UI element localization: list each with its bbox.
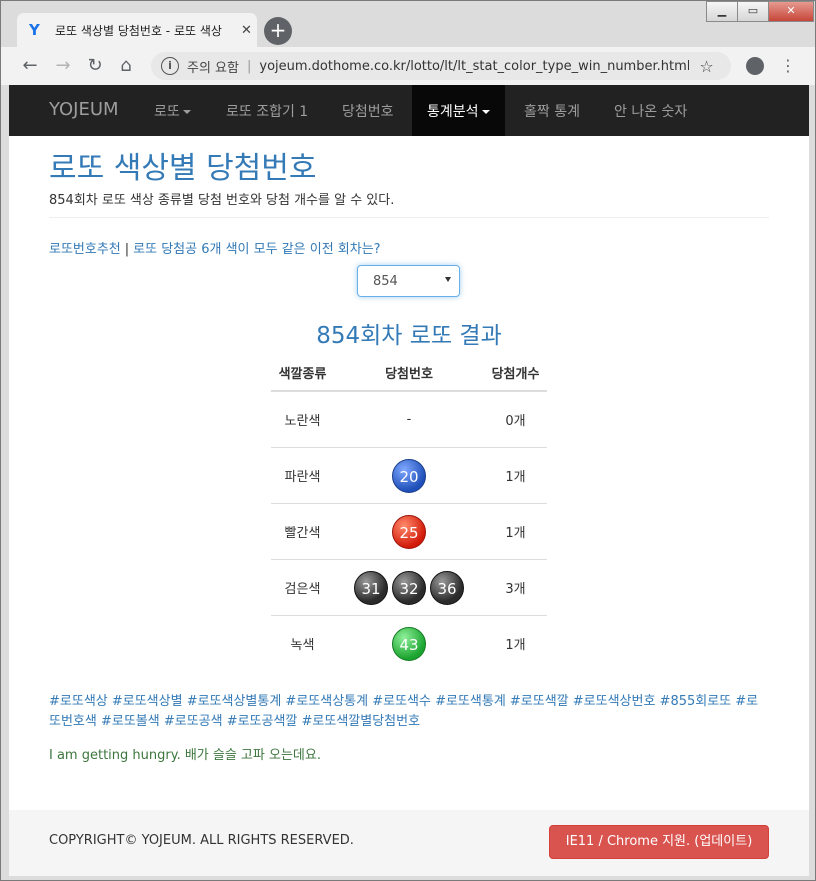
table-header-row: 색깔종류 당첨번호 당첨개수	[271, 355, 547, 392]
address-bar[interactable]: i 주의 요함 | yojeum.dothome.co.kr/lotto/lt/…	[151, 52, 731, 80]
site-brand[interactable]: YOJEUM	[49, 99, 119, 120]
divider	[49, 217, 769, 218]
site-footer: COPYRIGHT© YOJEUM. ALL RIGHTS RESERVED. …	[9, 810, 809, 876]
lotto-ball: 20	[391, 458, 426, 493]
color-name: 파란색	[271, 447, 334, 504]
header-count: 당첨개수	[484, 355, 547, 392]
lotto-ball: 31	[353, 570, 388, 605]
info-icon[interactable]: i	[161, 57, 179, 75]
page-subtitle: 854회차 로또 색상 종류별 당첨 번호와 당첨 개수를 알 수 있다.	[49, 193, 395, 208]
nav-item-label: 로또	[154, 104, 180, 120]
back-icon[interactable]: ←	[19, 55, 41, 77]
caret-down-icon	[182, 110, 191, 114]
nav-item-combinator[interactable]: 로또 조합기 1	[226, 101, 308, 121]
table-row: 빨간색 25 1개	[271, 503, 547, 560]
maximize-button[interactable]: ▭	[737, 1, 769, 22]
table-row: 노란색 - 0개	[271, 391, 547, 448]
tab-strip: Y 로또 색상별 당첨번호 - 로또 색상 ✕ + ▁ ▭ ✕	[1, 1, 815, 47]
new-tab-button[interactable]: +	[264, 17, 292, 45]
nav-item-statistics[interactable]: 통계분석	[412, 85, 505, 136]
lotto-ball: 36	[429, 570, 464, 605]
lotto-ball: 43	[391, 626, 426, 661]
menu-dots-icon[interactable]: ⋮	[777, 55, 799, 77]
separator: |	[246, 58, 252, 74]
count-cell: 3개	[484, 559, 547, 616]
copyright-text: COPYRIGHT© YOJEUM. ALL RIGHTS RESERVED.	[49, 833, 354, 848]
count-cell: 1개	[484, 615, 547, 671]
hashtag-links[interactable]: #로또색상 #로또색상별 #로또색상별통계 #로또색상통계 #로또색수 #로또색…	[49, 692, 769, 732]
bookmark-star-icon[interactable]: ☆	[699, 57, 713, 76]
count-cell: 1개	[484, 503, 547, 560]
nav-item-odd-even[interactable]: 홀짝 통계	[524, 101, 580, 121]
link-separator: |	[124, 242, 130, 257]
related-links: 로또번호추천 | 로또 당첨공 6개 색이 모두 같은 이전 회차는?	[49, 238, 381, 257]
browser-window: Y 로또 색상별 당첨번호 - 로또 색상 ✕ + ▁ ▭ ✕ ← → ↻ ⌂ …	[0, 0, 816, 881]
lotto-ball: 32	[391, 570, 426, 605]
round-select-value: 854	[373, 274, 398, 289]
dropdown-arrow-icon	[445, 277, 451, 282]
page-title: 로또 색상별 당첨번호	[49, 151, 317, 186]
color-name: 검은색	[271, 559, 334, 616]
browser-tab[interactable]: Y 로또 색상별 당첨번호 - 로또 색상 ✕	[17, 13, 257, 47]
header-color-type: 색깔종류	[271, 355, 334, 392]
numbers-cell: 25	[333, 503, 485, 560]
forward-icon[interactable]: →	[52, 55, 74, 77]
close-window-button[interactable]: ✕	[768, 1, 814, 22]
tab-title: 로또 색상별 당첨번호 - 로또 색상	[55, 23, 222, 38]
lotto-recommend-link[interactable]: 로또번호추천	[49, 242, 121, 257]
color-result-table: 색깔종류 당첨번호 당첨개수 노란색 - 0개 파란색 20 1개 빨간색 25…	[271, 355, 547, 671]
table-row: 녹색 43 1개	[271, 615, 547, 671]
color-name: 노란색	[284, 414, 321, 429]
caret-down-icon	[481, 110, 490, 114]
favicon-icon: Y	[29, 21, 40, 39]
site-navbar: YOJEUM 로또 로또 조합기 1 당첨번호 통계분석 홀짝 통계 안 나온 …	[9, 85, 809, 136]
minimize-button[interactable]: ▁	[706, 1, 738, 22]
header-numbers: 당첨번호	[333, 355, 485, 392]
browser-toolbar: ← → ↻ ⌂ i 주의 요함 | yojeum.dothome.co.kr/l…	[1, 47, 815, 85]
nav-item-winning-numbers[interactable]: 당첨번호	[342, 101, 394, 121]
numbers-cell: 31 32 36	[333, 559, 485, 616]
nav-item-missing-numbers[interactable]: 안 나온 숫자	[614, 101, 687, 121]
round-select[interactable]: 854	[357, 265, 460, 297]
update-button[interactable]: IE11 / Chrome 지원. (업데이트)	[549, 825, 769, 859]
nav-item-lotto[interactable]: 로또	[154, 101, 191, 121]
color-name: 빨간색	[271, 503, 334, 560]
page-viewport: YOJEUM 로또 로또 조합기 1 당첨번호 통계분석 홀짝 통계 안 나온 …	[9, 85, 809, 876]
same-color-rounds-link[interactable]: 로또 당첨공 6개 색이 모두 같은 이전 회차는?	[133, 242, 380, 257]
count-cell: 1개	[484, 447, 547, 504]
security-label: 주의 요함	[187, 60, 239, 76]
account-icon[interactable]	[746, 57, 764, 75]
numbers-cell: -	[406, 412, 412, 427]
tab-close-icon[interactable]: ✕	[241, 23, 252, 38]
result-title: 854회차 로또 결과	[316, 323, 502, 349]
numbers-cell: 20	[333, 447, 485, 504]
reload-icon[interactable]: ↻	[84, 55, 106, 77]
table-row: 파란색 20 1개	[271, 447, 547, 504]
numbers-cell: 43	[333, 615, 485, 671]
url-text[interactable]: yojeum.dothome.co.kr/lotto/lt/lt_stat_co…	[259, 59, 689, 74]
window-controls: ▁ ▭ ✕	[706, 1, 814, 22]
table-row: 검은색 31 32 36 3개	[271, 559, 547, 616]
lotto-ball: 25	[391, 514, 426, 549]
color-name: 녹색	[271, 615, 334, 671]
home-icon[interactable]: ⌂	[115, 55, 137, 77]
hungry-message: I am getting hungry. 배가 슬슬 고파 오는데요.	[49, 748, 321, 763]
nav-item-label: 통계분석	[427, 104, 479, 120]
count-cell: 0개	[505, 414, 526, 429]
